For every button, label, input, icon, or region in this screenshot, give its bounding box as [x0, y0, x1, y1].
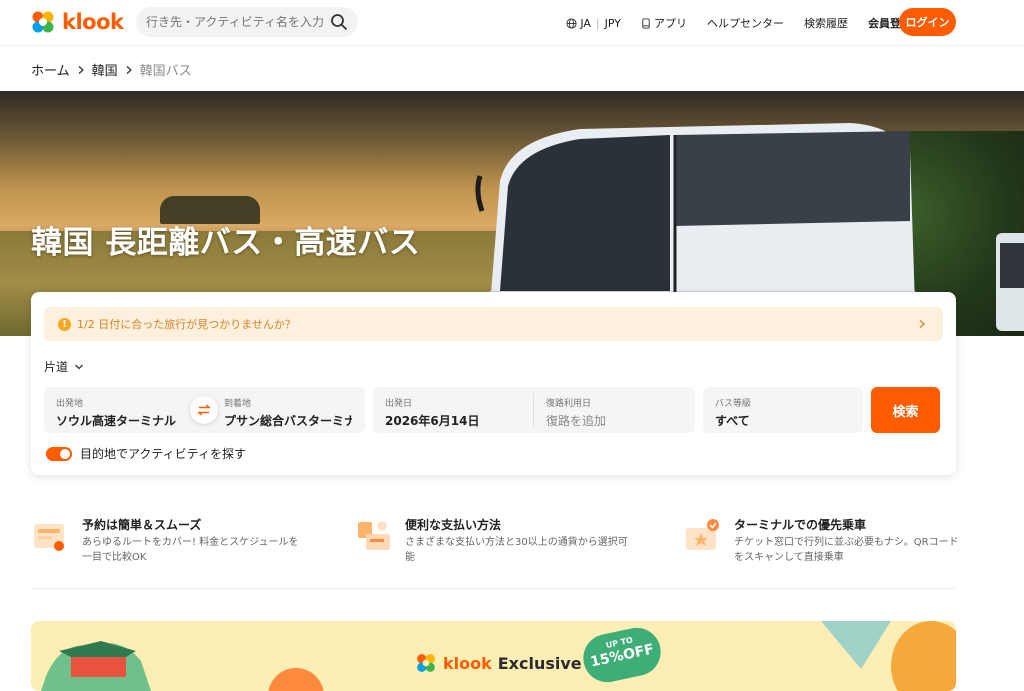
bus-class-value: すべて	[715, 414, 750, 428]
separator: |	[595, 16, 600, 30]
depart-date-field[interactable]: 出発日 2026年6月14日	[385, 396, 525, 429]
top-header: klook JA | JPY アプリ ヘルプセンター 検索履歴	[0, 0, 1024, 46]
search-button[interactable]: 検索	[871, 387, 940, 433]
bus-image	[475, 123, 915, 306]
banner-exclusive-text: Exclusive	[497, 653, 582, 673]
trip-type-dropdown[interactable]: 片道	[44, 358, 84, 375]
header-nav: JA | JPY アプリ ヘルプセンター 検索履歴 会員登録（無料）	[566, 0, 956, 46]
activities-toggle-row: 目的地でアクティビティを探す	[46, 445, 246, 462]
login-button[interactable]: ログイン	[899, 8, 956, 36]
activities-toggle[interactable]	[46, 446, 72, 461]
language-label: JA	[580, 16, 591, 30]
activities-toggle-label: 目的地でアクティビティを探す	[80, 447, 246, 461]
origin-field[interactable]: 出発地 ソウル高速ターミナル	[56, 396, 181, 429]
bus-class-field[interactable]: バス等級 すべて	[703, 387, 863, 433]
feature-title: 予約は簡単＆スムーズ	[82, 518, 202, 532]
currency-label: JPY	[604, 16, 621, 30]
origin-value: ソウル高速ターミナル	[56, 414, 177, 428]
banner-brand-text: klook	[443, 653, 492, 673]
feature-desc: チケット窓口で行列に並ぶ必要もナシ。QRコードをスキャンして直接乗車	[734, 537, 959, 563]
return-value: 復路を追加	[546, 414, 607, 428]
breadcrumb-country[interactable]: 韓国	[92, 60, 118, 79]
second-bus-image	[996, 233, 1024, 331]
depart-value: 2026年6月14日	[385, 414, 480, 428]
globe-icon	[566, 17, 577, 29]
swap-icon	[197, 404, 211, 416]
chevron-down-icon	[75, 364, 83, 369]
feature-title: ターミナルでの優先乗車	[734, 518, 867, 532]
search-input[interactable]	[146, 15, 326, 29]
date-field: 出発日 2026年6月14日 復路利用日 復路を追加	[373, 387, 695, 433]
app-link[interactable]: アプリ	[641, 15, 687, 31]
breadcrumb-home[interactable]: ホーム	[31, 60, 70, 79]
feature-desc: あらゆるルートをカバー! 料金とスケジュールを一目で比較OK	[82, 537, 299, 563]
breadcrumb: ホーム 韓国 韓国バス	[31, 60, 192, 79]
divider	[533, 393, 534, 427]
klook-logo-icon	[32, 11, 54, 33]
search-box[interactable]	[136, 7, 358, 37]
search-history-link[interactable]: 検索履歴	[804, 15, 848, 31]
return-date-field[interactable]: 復路利用日 復路を追加	[546, 396, 686, 429]
chevron-right-icon	[126, 65, 132, 74]
klook-logo[interactable]: klook	[30, 9, 124, 35]
alert-icon: !	[58, 317, 71, 331]
phone-icon	[642, 17, 650, 29]
bus-class-label: バス等級	[715, 399, 752, 409]
logo-text: klook	[62, 10, 124, 34]
features-section: 予約は簡単＆スムーズ あらゆるルートをカバー! 料金とスケジュールを一目で比較O…	[31, 512, 959, 572]
notice-text: 1/2 日付に合った旅行が見つかりませんか？	[77, 318, 296, 331]
swap-route-button[interactable]	[190, 396, 218, 424]
priority-boarding-icon	[686, 519, 719, 550]
exclusive-promo-banner[interactable]: klook Exclusive UP TO 15%OFF	[31, 621, 956, 691]
payment-icon	[358, 521, 390, 550]
chevron-right-icon	[919, 319, 926, 329]
destination-value: プサン総合バスターミナル	[224, 414, 352, 428]
banner-brand: klook Exclusive	[415, 652, 582, 674]
destination-field[interactable]: 到着地 プサン総合バスターミナル	[224, 396, 352, 429]
breadcrumb-current: 韓国バス	[139, 64, 192, 79]
divider	[31, 588, 956, 589]
app-label: アプリ	[654, 17, 687, 30]
feature-desc: さまざまな支払い方法と30以上の通貨から選択可能	[405, 537, 628, 563]
date-notice-banner[interactable]: ! 1/2 日付に合った旅行が見つかりませんか？	[44, 307, 943, 341]
destination-label: 到着地	[224, 399, 252, 409]
depart-label: 出発日	[385, 399, 413, 409]
search-icon[interactable]	[330, 13, 348, 31]
page-title: 韓国 長距離バス・高速バス	[31, 225, 421, 261]
feature-title: 便利な支払い方法	[405, 518, 502, 532]
help-center-link[interactable]: ヘルプセンター	[707, 15, 784, 31]
klook-logo-icon	[417, 654, 435, 672]
language-currency-selector[interactable]: JA | JPY	[566, 17, 621, 30]
return-label: 復路利用日	[546, 399, 592, 409]
trip-type-label: 片道	[44, 360, 69, 374]
booking-card: ! 1/2 日付に合った旅行が見つかりませんか？ 片道 出発地 ソウル高速ターミ…	[31, 292, 956, 475]
easy-booking-icon	[34, 524, 64, 551]
chevron-right-icon	[78, 65, 84, 74]
origin-label: 出発地	[56, 399, 84, 409]
